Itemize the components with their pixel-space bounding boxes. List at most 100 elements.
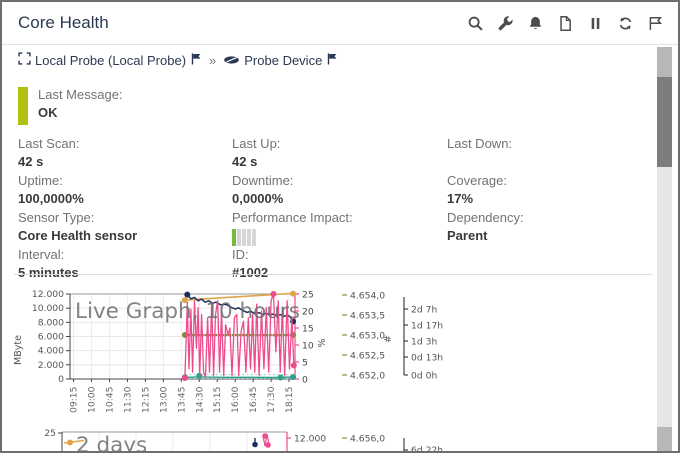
performance-impact-bars xyxy=(232,229,447,246)
bell-icon[interactable] xyxy=(527,15,544,32)
field-value xyxy=(447,154,648,169)
search-icon[interactable] xyxy=(467,15,484,32)
field-cell: Interval:5 minutes xyxy=(18,247,232,280)
sensor-detail-window: Core Health xyxy=(0,0,680,453)
field-label: Last Scan: xyxy=(18,136,232,151)
svg-text:4.652,0: 4.652,0 xyxy=(350,371,385,382)
divider xyxy=(14,274,652,275)
svg-text:18:15: 18:15 xyxy=(284,386,295,413)
breadcrumb-separator: » xyxy=(207,53,218,68)
svg-text:11:30: 11:30 xyxy=(122,386,133,413)
field-label: Uptime: xyxy=(18,173,232,188)
svg-text:#: # xyxy=(383,335,394,343)
svg-text:10:00: 10:00 xyxy=(87,386,98,413)
svg-text:09:15: 09:15 xyxy=(69,386,80,413)
svg-text:4.652,5: 4.652,5 xyxy=(350,351,385,362)
svg-text:15:15: 15:15 xyxy=(212,386,223,413)
svg-text:25: 25 xyxy=(302,290,314,301)
field-value: 0,0000% xyxy=(232,191,447,206)
field-label: Sensor Type: xyxy=(18,210,232,225)
status-color-bar xyxy=(18,87,28,125)
wrench-icon[interactable] xyxy=(497,15,514,32)
svg-text:4.656,0: 4.656,0 xyxy=(350,434,385,445)
field-label: Last Up: xyxy=(232,136,447,151)
svg-text:5: 5 xyxy=(302,358,308,369)
svg-text:10: 10 xyxy=(302,341,314,352)
field-value: 100,0000% xyxy=(18,191,232,206)
svg-text:16:45: 16:45 xyxy=(248,386,259,413)
svg-text:4.653,5: 4.653,5 xyxy=(350,311,385,322)
scrollbar-top-cap[interactable] xyxy=(657,47,672,77)
breadcrumb-item-device[interactable]: Probe Device xyxy=(223,52,338,68)
svg-text:13:00: 13:00 xyxy=(158,386,169,413)
field-value: Parent xyxy=(447,228,648,243)
field-value: 17% xyxy=(447,191,648,206)
svg-text:MByte: MByte xyxy=(13,335,24,365)
svg-text:0: 0 xyxy=(302,375,308,386)
live-graph[interactable]: 12.00010.0008.0006.0004.0002.0000MByte09… xyxy=(12,283,652,426)
field-label: Coverage: xyxy=(447,173,648,188)
toolbar xyxy=(467,15,666,32)
svg-text:14:30: 14:30 xyxy=(194,386,205,413)
field-cell: Dependency: Parent xyxy=(447,210,648,243)
svg-text:25: 25 xyxy=(44,428,56,439)
sensor-fields-grid: Last Scan:42 sLast Up:42 sLast Down:Upti… xyxy=(18,136,648,280)
breadcrumb-item-probe[interactable]: Local Probe (Local Probe) xyxy=(18,52,202,68)
svg-text:20: 20 xyxy=(302,307,314,318)
svg-text:10:45: 10:45 xyxy=(104,386,115,413)
last-message-value: OK xyxy=(38,105,123,120)
scrollbar-thumb[interactable] xyxy=(657,77,672,167)
svg-text:8.000: 8.000 xyxy=(38,317,64,328)
device-icon xyxy=(223,53,240,68)
field-value: 42 s xyxy=(232,154,447,169)
field-label: ID: xyxy=(232,247,447,262)
titlebar: Core Health xyxy=(2,2,678,45)
svg-text:1d 17h: 1d 17h xyxy=(411,321,443,332)
field-value: 42 s xyxy=(18,154,232,169)
svg-text:Live Graph, 10 hours: Live Graph, 10 hours xyxy=(75,299,300,324)
field-cell: Last Scan: 42 s xyxy=(18,136,232,169)
svg-text:6d 22h: 6d 22h xyxy=(411,445,443,453)
field-cell: Downtime:0,0000% xyxy=(232,173,447,206)
svg-text:12.000: 12.000 xyxy=(294,434,326,445)
field-cell: Last Up: 42 s xyxy=(232,136,447,169)
svg-text:1d 3h: 1d 3h xyxy=(411,337,437,348)
field-cell: ID: #1002 xyxy=(232,247,447,280)
field-label: Last Down: xyxy=(447,136,648,151)
svg-text:2d 7h: 2d 7h xyxy=(411,305,437,316)
page-title: Core Health xyxy=(18,13,109,33)
svg-text:16:00: 16:00 xyxy=(230,386,241,413)
breadcrumb-label: Local Probe (Local Probe) xyxy=(35,53,186,68)
field-label: Performance Impact: xyxy=(232,210,447,225)
svg-text:4.653,0: 4.653,0 xyxy=(350,331,385,342)
svg-text:4.654,0: 4.654,0 xyxy=(350,291,385,302)
field-label: Dependency: xyxy=(447,210,648,225)
field-cell: Last Down: xyxy=(447,136,648,169)
vertical-scrollbar[interactable] xyxy=(657,47,672,451)
svg-text:15: 15 xyxy=(302,324,314,335)
breadcrumb: Local Probe (Local Probe) » Probe Device xyxy=(18,52,338,68)
flag-icon[interactable] xyxy=(647,15,664,32)
svg-text:6.000: 6.000 xyxy=(38,332,64,343)
svg-text:4.000: 4.000 xyxy=(38,346,64,357)
field-value: #1002 xyxy=(232,265,447,280)
refresh-icon[interactable] xyxy=(617,15,634,32)
svg-text:2.000: 2.000 xyxy=(38,360,64,371)
svg-text:13:45: 13:45 xyxy=(176,386,187,413)
probe-icon xyxy=(18,52,31,68)
two-days-graph[interactable]: 25 12.000 4.656,0 6d 22h 2 days xyxy=(12,426,652,453)
svg-text:0: 0 xyxy=(58,374,64,385)
svg-text:0d 13h: 0d 13h xyxy=(411,353,443,364)
svg-text:2 days: 2 days xyxy=(76,433,147,453)
pause-icon[interactable] xyxy=(587,15,604,32)
svg-text:12:15: 12:15 xyxy=(140,386,151,413)
field-value: Core Health sensor xyxy=(18,228,232,243)
field-cell: Uptime: 100,0000% xyxy=(18,173,232,206)
svg-text:0d 0h: 0d 0h xyxy=(411,371,437,382)
document-icon[interactable] xyxy=(557,15,574,32)
last-message-label: Last Message: xyxy=(38,87,123,102)
probe-state-flag-icon xyxy=(190,52,202,68)
last-message-block: Last Message: OK xyxy=(18,87,123,125)
field-cell: Coverage: 17% xyxy=(447,173,648,206)
scrollbar-bottom-cap[interactable] xyxy=(657,427,672,451)
